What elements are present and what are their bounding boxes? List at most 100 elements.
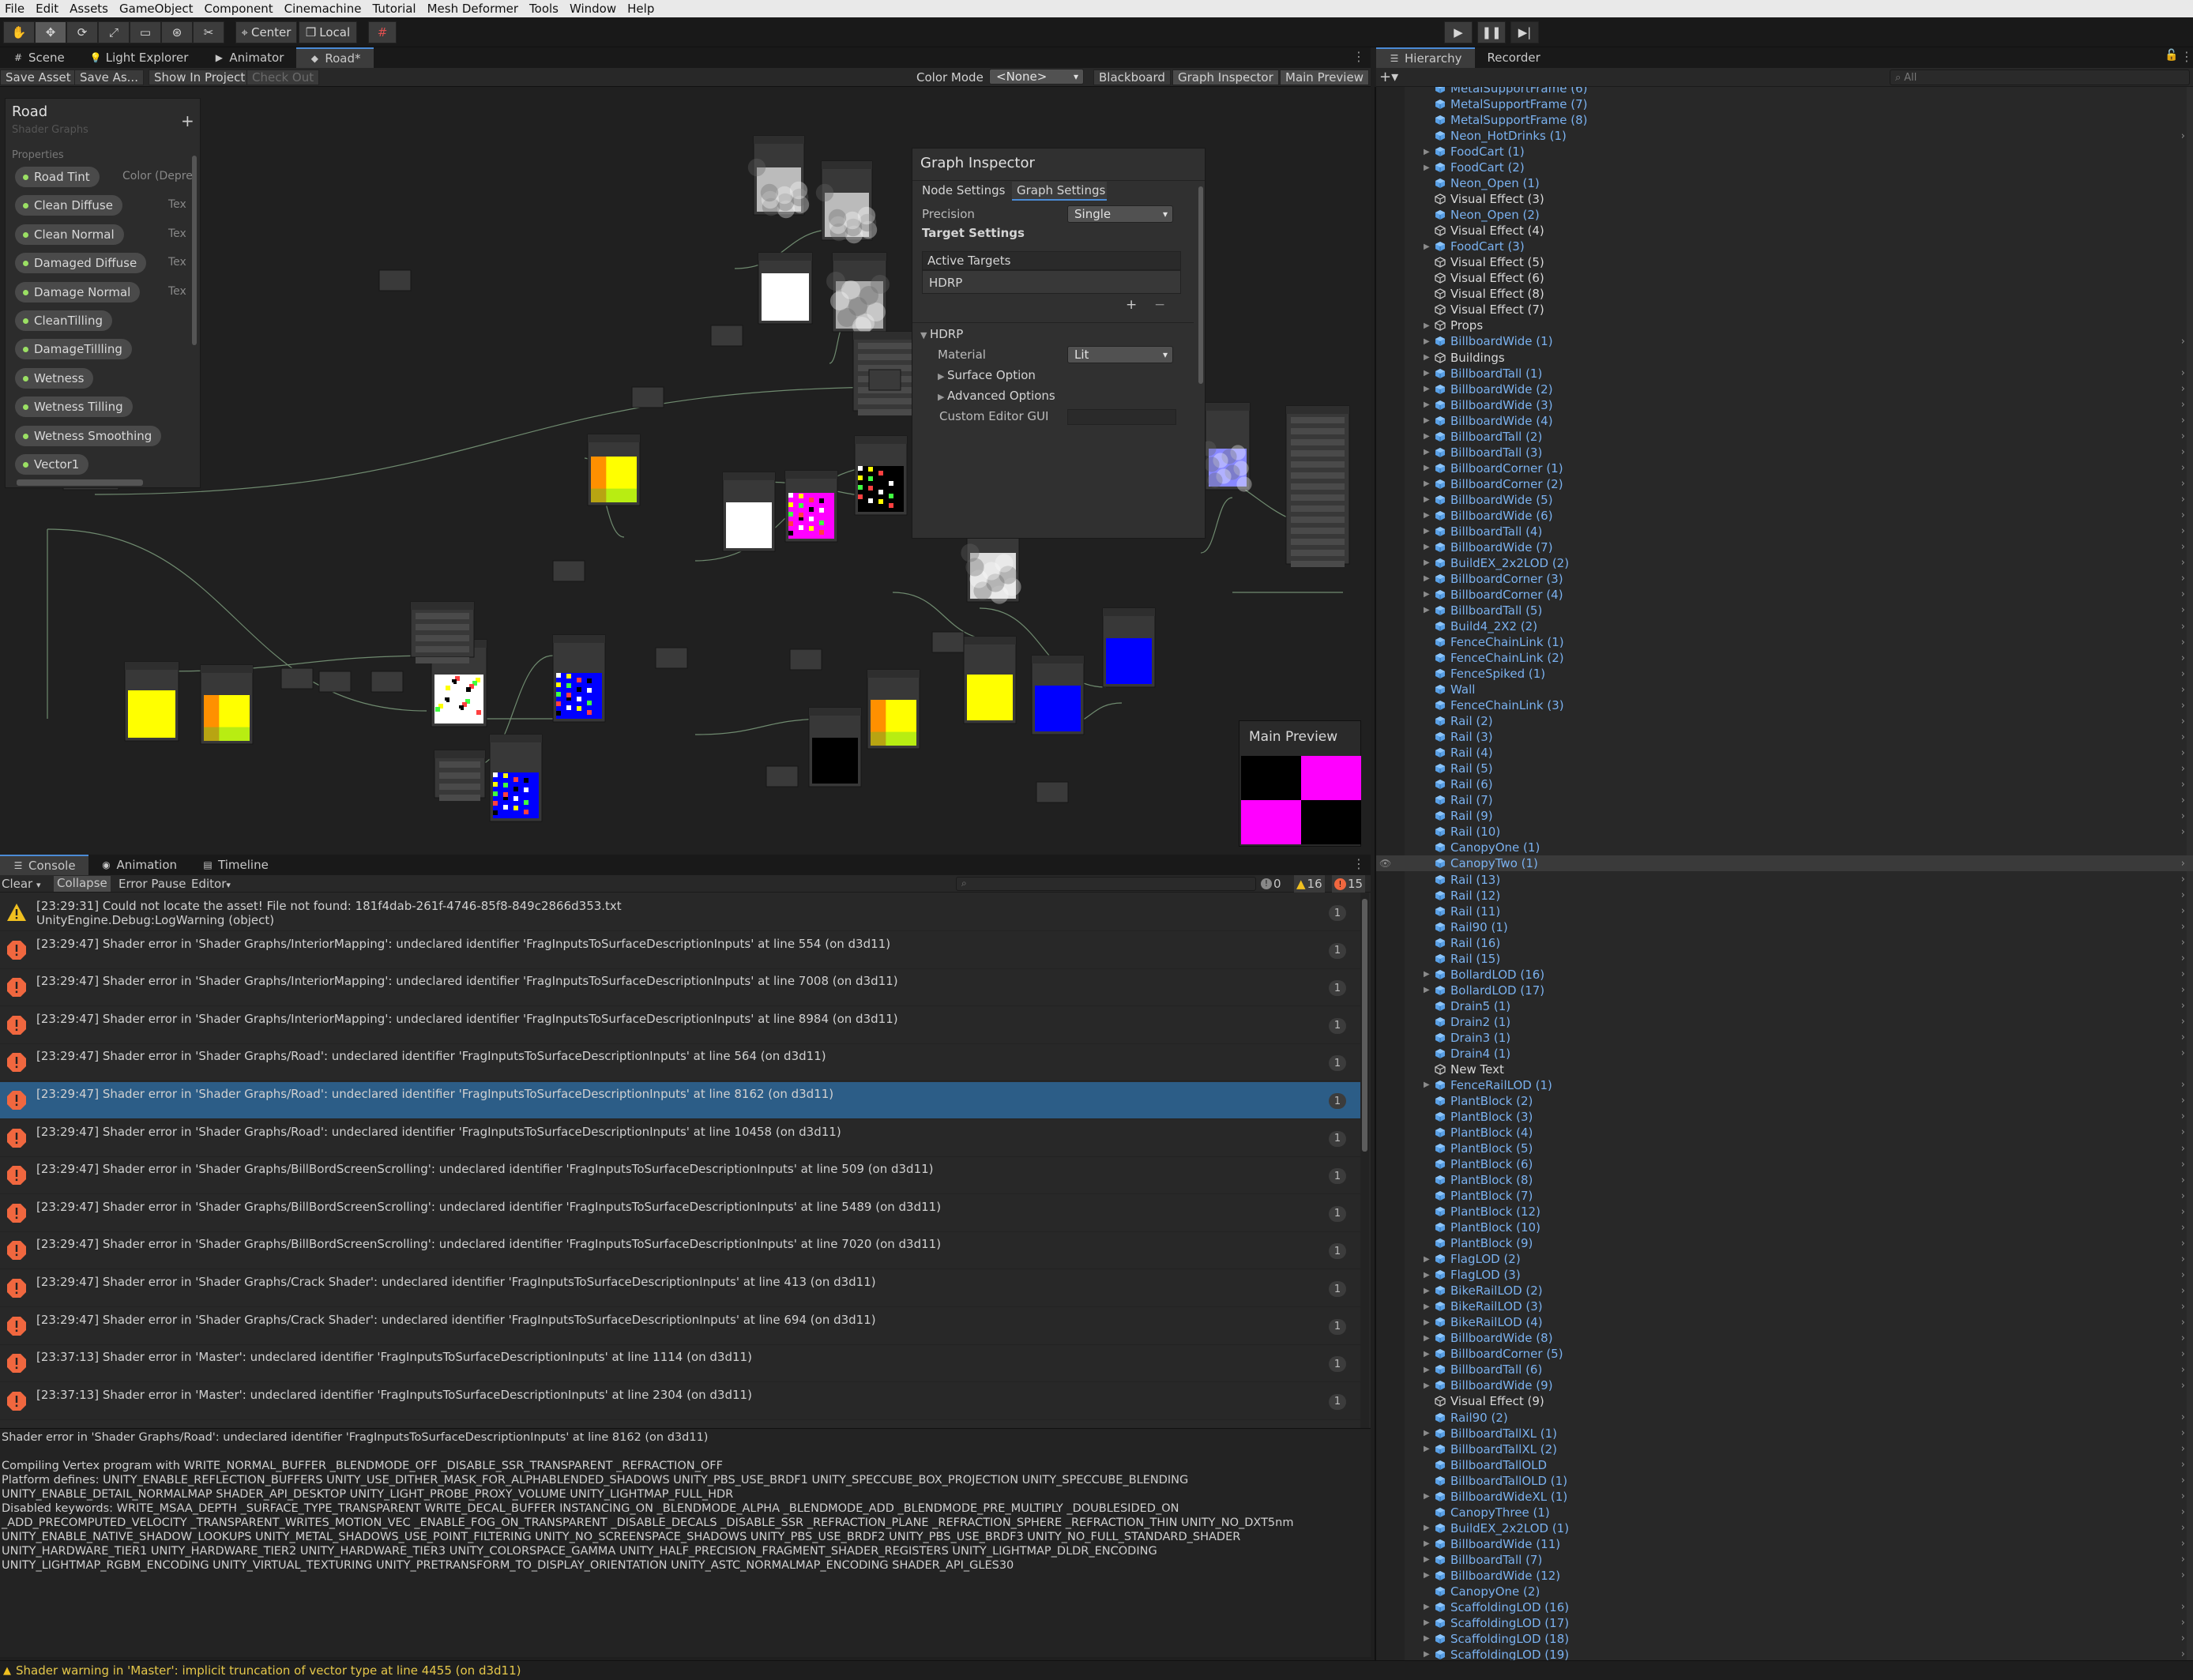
chevron-right-icon[interactable]: › <box>2181 604 2185 616</box>
console-log-entry[interactable]: [23:29:47] Shader error in 'Shader Graph… <box>0 1195 1360 1232</box>
chevron-right-icon[interactable]: › <box>2181 968 2185 980</box>
graph-node[interactable] <box>758 252 813 325</box>
hierarchy-item[interactable]: ▶ BillboardCorner (2) › <box>1376 476 2193 492</box>
create-button[interactable]: +▾ <box>1379 69 1398 85</box>
hierarchy-item[interactable]: ▶ FoodCart (3) <box>1376 239 2193 254</box>
graph-node[interactable] <box>867 669 920 750</box>
chevron-right-icon[interactable]: › <box>2181 874 2185 885</box>
hierarchy-item[interactable]: ▶ ScaffoldingLOD (18) › <box>1376 1631 2193 1647</box>
property-pill[interactable]: DamageTillling <box>15 339 132 360</box>
small-node[interactable] <box>710 325 743 347</box>
advanced-options-foldout[interactable]: ▶ Advanced Options <box>938 389 1055 403</box>
property-pill[interactable]: Vector1 <box>15 454 89 475</box>
move-tool-button[interactable]: ✥ <box>35 21 66 43</box>
expand-arrow-icon[interactable]: ▶ <box>1424 432 1430 441</box>
property-pill[interactable]: Wetness Smoothing <box>15 425 162 446</box>
console-log-entry[interactable]: [23:29:47] Shader error in 'Shader Graph… <box>0 1157 1360 1195</box>
chevron-right-icon[interactable]: › <box>2181 763 2185 775</box>
small-node[interactable] <box>318 671 352 693</box>
hierarchy-item[interactable]: ▶ BillboardWideXL (1) › <box>1376 1489 2193 1505</box>
chevron-right-icon[interactable]: › <box>2181 1047 2185 1059</box>
hierarchy-item[interactable]: MetalSupportFrame (8) <box>1376 112 2193 128</box>
menu-gameobject[interactable]: GameObject <box>115 2 200 16</box>
chevron-right-icon[interactable]: › <box>2181 573 2185 584</box>
hierarchy-item[interactable]: Rail (6) › <box>1376 776 2193 792</box>
hierarchy-item[interactable]: MetalSupportFrame (6) <box>1376 87 2193 96</box>
expand-arrow-icon[interactable]: ▶ <box>1424 1492 1430 1501</box>
expand-arrow-icon[interactable]: ▶ <box>1424 385 1430 393</box>
expand-arrow-icon[interactable]: ▶ <box>1424 495 1430 504</box>
hierarchy-item[interactable]: ▶ BillboardTall (6) › <box>1376 1362 2193 1377</box>
chevron-right-icon[interactable]: › <box>2181 1126 2185 1138</box>
small-node[interactable] <box>371 671 404 693</box>
console-log-entry[interactable]: [23:29:47] Shader error in 'Shader Graph… <box>0 969 1360 1007</box>
chevron-right-icon[interactable]: › <box>2181 1411 2185 1423</box>
expand-arrow-icon[interactable]: ▶ <box>1424 353 1430 362</box>
expand-arrow-icon[interactable]: ▶ <box>1424 1334 1430 1343</box>
chevron-right-icon[interactable]: › <box>2181 509 2185 521</box>
hierarchy-item[interactable]: FenceChainLink (3) › <box>1376 697 2193 713</box>
graph-node[interactable] <box>489 734 543 822</box>
hierarchy-item[interactable]: PlantBlock (3) › <box>1376 1109 2193 1125</box>
hierarchy-item[interactable]: ▶ BillboardWide (7) › <box>1376 539 2193 555</box>
hierarchy-item[interactable]: ▶ BillboardWide (4) › <box>1376 413 2193 429</box>
expand-arrow-icon[interactable]: ▶ <box>1424 543 1430 551</box>
hand-tool-button[interactable]: ✋ <box>3 21 35 43</box>
console-menu-icon[interactable]: ⋮ <box>1352 856 1365 871</box>
tab-console[interactable]: ☰ Console <box>0 855 88 875</box>
chevron-right-icon[interactable]: › <box>2181 478 2185 490</box>
hierarchy-item[interactable]: PlantBlock (12) › <box>1376 1204 2193 1220</box>
console-log-entry[interactable]: [23:29:47] Shader error in 'Shader Graph… <box>0 1270 1360 1307</box>
expand-arrow-icon[interactable]: ▶ <box>1424 1445 1430 1453</box>
chevron-right-icon[interactable]: › <box>2181 1380 2185 1392</box>
chevron-right-icon[interactable]: › <box>2181 383 2185 395</box>
graph-node[interactable] <box>1201 402 1252 492</box>
expand-arrow-icon[interactable]: ▶ <box>1424 1571 1430 1580</box>
console-log-entry[interactable]: [23:29:47] Shader error in 'Shader Graph… <box>0 1007 1360 1044</box>
check-out-button[interactable]: Check Out <box>246 70 320 85</box>
hierarchy-item[interactable]: Visual Effect (3) <box>1376 191 2193 207</box>
hierarchy-item[interactable]: Rail90 (1) › <box>1376 919 2193 935</box>
hierarchy-item[interactable]: Rail90 (2) › <box>1376 1410 2193 1426</box>
chevron-right-icon[interactable]: › <box>2181 1159 2185 1171</box>
tab-recorder[interactable]: Recorder <box>1475 47 1553 68</box>
menu-cinemachine[interactable]: Cinemachine <box>280 2 368 16</box>
chevron-right-icon[interactable]: › <box>2181 889 2185 901</box>
graph-node[interactable] <box>1031 655 1085 735</box>
error-pause-toggle[interactable]: Error Pause <box>118 877 186 891</box>
hierarchy-item[interactable]: PlantBlock (7) › <box>1376 1188 2193 1204</box>
tab-menu-icon[interactable]: ⋮ <box>1352 49 1365 64</box>
expand-arrow-icon[interactable]: ▶ <box>1424 1318 1430 1327</box>
expand-arrow-icon[interactable]: ▶ <box>1424 464 1430 472</box>
menu-tutorial[interactable]: Tutorial <box>367 2 422 16</box>
chevron-right-icon[interactable]: › <box>2181 826 2185 838</box>
graph-node[interactable] <box>1102 607 1156 688</box>
chevron-right-icon[interactable]: › <box>2181 1569 2185 1581</box>
graph-node[interactable] <box>808 707 862 787</box>
chevron-right-icon[interactable]: › <box>2181 446 2185 458</box>
hierarchy-search-input[interactable]: ⌕ All <box>1890 70 2190 85</box>
small-node[interactable] <box>789 648 822 671</box>
property-pill[interactable]: Damage Normal <box>15 281 141 303</box>
expand-arrow-icon[interactable]: ▶ <box>1424 1429 1430 1438</box>
chevron-right-icon[interactable]: › <box>2181 1222 2185 1234</box>
expand-arrow-icon[interactable]: ▶ <box>1424 163 1430 172</box>
property-pill[interactable]: Wetness <box>15 367 94 389</box>
hierarchy-item[interactable]: ▶ BillboardWide (2) › <box>1376 381 2193 397</box>
chevron-right-icon[interactable]: › <box>2181 1079 2185 1091</box>
chevron-right-icon[interactable]: › <box>2181 1174 2185 1186</box>
rect-tool-button[interactable]: ▭ <box>130 21 161 43</box>
hierarchy-item[interactable]: ▶ BuildEX_2x2LOD (1) › <box>1376 1520 2193 1536</box>
inspector-scrollbar[interactable] <box>1198 186 1203 384</box>
tab-timeline[interactable]: ▤ Timeline <box>190 855 281 875</box>
hierarchy-item[interactable]: PlantBlock (4) › <box>1376 1125 2193 1141</box>
chevron-right-icon[interactable]: › <box>2181 1301 2185 1313</box>
hierarchy-item[interactable]: ▶ ScaffoldingLOD (16) › <box>1376 1599 2193 1615</box>
small-node[interactable] <box>655 647 688 669</box>
tab-graph-settings[interactable]: Graph Settings <box>1012 182 1107 201</box>
chevron-right-icon[interactable]: › <box>2181 494 2185 506</box>
graph-node[interactable] <box>826 252 890 336</box>
chevron-right-icon[interactable]: › <box>2181 668 2185 680</box>
chevron-right-icon[interactable]: › <box>2181 1617 2185 1629</box>
expand-arrow-icon[interactable]: ▶ <box>1424 479 1430 488</box>
